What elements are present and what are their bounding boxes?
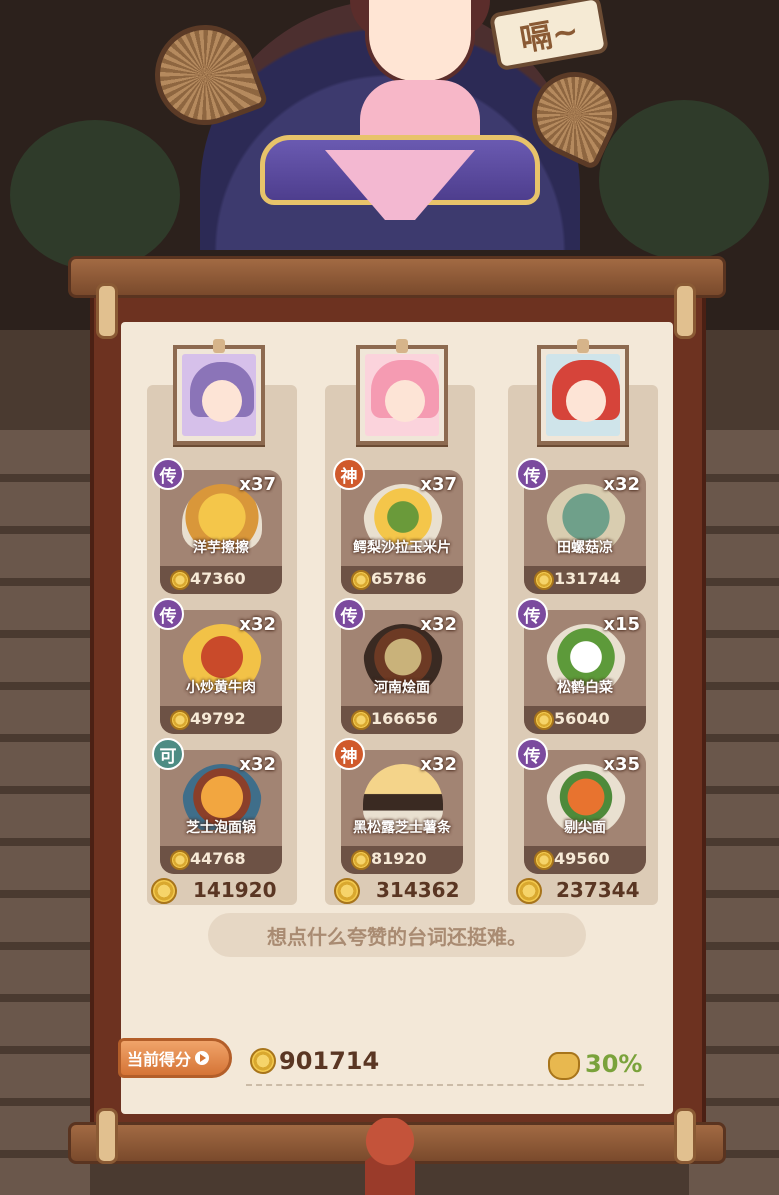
grade-badge: 传 (152, 458, 184, 490)
dish-name: 松鹤白菜 (557, 680, 613, 696)
dish-card[interactable]: 传 x32 田螺菇凉 131744 (516, 458, 646, 594)
knot-ornament (365, 1118, 415, 1195)
dish-name: 河南烩面 (374, 680, 430, 696)
dish-card[interactable]: 神 x32 黑松露芝士薯条 81920 (333, 738, 463, 874)
customer-portrait[interactable] (537, 339, 629, 445)
dish-price: 56040 (554, 709, 610, 728)
dish-price: 131744 (554, 569, 621, 588)
grade-badge: 传 (333, 598, 365, 630)
dish-name: 黑松露芝士薯条 (353, 820, 451, 836)
dish-count: x32 (239, 614, 276, 635)
avatar (365, 354, 439, 436)
dish-count: x37 (239, 474, 276, 495)
pin-icon (396, 339, 408, 353)
rod-cap (96, 283, 118, 339)
dish-name: 鳄梨沙拉玉米片 (353, 540, 451, 556)
dish-price: 49792 (190, 709, 246, 728)
coin-icon (351, 850, 371, 870)
dish-price: 49560 (554, 849, 610, 868)
grade-badge: 可 (152, 738, 184, 770)
pin-icon (577, 339, 589, 353)
grade-badge: 神 (333, 738, 365, 770)
play-arrow-icon (195, 1051, 210, 1065)
score-value: 901714 (279, 1047, 380, 1075)
coin-icon (534, 850, 554, 870)
coin-icon (170, 710, 190, 730)
pin-icon (213, 339, 225, 353)
grade-badge: 传 (516, 738, 548, 770)
score-label: 当前得分 (127, 1050, 192, 1069)
dish-count: x32 (420, 614, 457, 635)
plant-decoration (10, 120, 180, 270)
rod-cap (674, 283, 696, 339)
customer-portrait[interactable] (173, 339, 265, 445)
treasure-icon (548, 1052, 580, 1080)
dish-count: x35 (603, 754, 640, 775)
wall-panel-left (0, 430, 90, 1195)
grade-badge: 传 (516, 458, 548, 490)
dish-card[interactable]: 传 x32 小炒黄牛肉 49792 (152, 598, 282, 734)
dish-count: x32 (603, 474, 640, 495)
dish-card[interactable]: 传 x15 松鹤白菜 56040 (516, 598, 646, 734)
dish-price: 166656 (371, 709, 438, 728)
rod-cap (674, 1108, 696, 1164)
coin-icon (151, 878, 177, 904)
avatar (546, 354, 620, 436)
current-score-tag: 当前得分 (118, 1038, 232, 1078)
divider (246, 1084, 644, 1086)
scroll-rod-top (68, 256, 726, 298)
plant-decoration (599, 100, 769, 260)
dish-price: 44768 (190, 849, 246, 868)
coin-icon (170, 570, 190, 590)
grade-badge: 传 (516, 598, 548, 630)
dish-card[interactable]: 神 x37 鳄梨沙拉玉米片 65786 (333, 458, 463, 594)
dish-card[interactable]: 可 x32 芝士泡面锅 44768 (152, 738, 282, 874)
dish-price: 65786 (371, 569, 427, 588)
dish-name: 洋芋擦擦 (193, 540, 249, 556)
avatar (182, 354, 256, 436)
dish-card[interactable]: 传 x37 洋芋擦擦 47360 (152, 458, 282, 594)
dish-card[interactable]: 传 x32 河南烩面 166656 (333, 598, 463, 734)
dish-count: x37 (420, 474, 457, 495)
coin-icon (170, 850, 190, 870)
coin-icon (534, 570, 554, 590)
dish-price: 81920 (371, 849, 427, 868)
grade-badge: 神 (333, 458, 365, 490)
coin-icon (334, 878, 360, 904)
dish-name: 小炒黄牛肉 (186, 680, 256, 696)
dish-name: 田螺菇凉 (557, 540, 613, 556)
dish-count: x32 (239, 754, 276, 775)
dish-name: 芝士泡面锅 (186, 820, 256, 836)
dish-count: x15 (603, 614, 640, 635)
grade-badge: 传 (152, 598, 184, 630)
bonus-percent: 30% (585, 1050, 643, 1078)
comment-text: 想点什么夸赞的台词还挺难。 (208, 913, 586, 957)
coin-icon (351, 710, 371, 730)
column-total: 314362 (376, 878, 460, 902)
column-total: 141920 (193, 878, 277, 902)
dish-name: 剔尖面 (564, 820, 606, 836)
coin-icon (516, 878, 542, 904)
customer-portrait[interactable] (356, 339, 448, 445)
coin-icon (351, 570, 371, 590)
dish-price: 47360 (190, 569, 246, 588)
coin-icon (534, 710, 554, 730)
rod-cap (96, 1108, 118, 1164)
column-total: 237344 (556, 878, 640, 902)
coin-icon (250, 1048, 276, 1074)
dish-card[interactable]: 传 x35 剔尖面 49560 (516, 738, 646, 874)
dish-count: x32 (420, 754, 457, 775)
